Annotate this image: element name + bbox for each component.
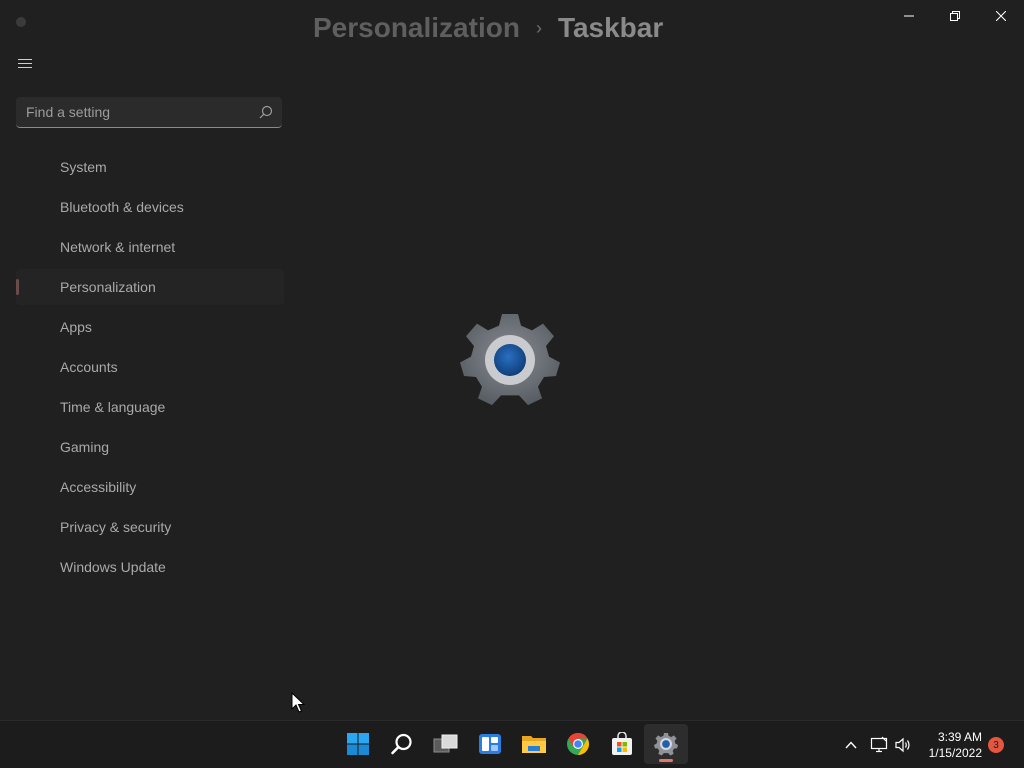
speaker-icon	[895, 737, 910, 753]
sidebar-item-network-internet[interactable]: Network & internet	[16, 229, 284, 265]
close-button[interactable]	[978, 0, 1024, 32]
settings-window: System Bluetooth & devices Network & int…	[0, 0, 1024, 720]
search-button[interactable]	[380, 724, 424, 764]
chrome-icon	[567, 733, 589, 755]
volume-button[interactable]	[891, 733, 915, 757]
settings-gear-icon	[654, 732, 678, 756]
show-hidden-icons-button[interactable]	[839, 733, 863, 757]
sidebar-item-label: Network & internet	[60, 239, 176, 255]
sidebar-item-label: Apps	[60, 319, 92, 335]
sidebar-item-label: Bluetooth & devices	[60, 199, 184, 215]
sidebar-item-privacy-security[interactable]: Privacy & security	[16, 509, 284, 545]
taskbar-apps	[336, 724, 688, 764]
sidebar-item-windows-update[interactable]: Windows Update	[16, 549, 284, 585]
sidebar-item-accessibility[interactable]: Accessibility	[16, 469, 284, 505]
breadcrumb-parent[interactable]: Personalization	[313, 12, 520, 44]
settings-search-box[interactable]	[16, 97, 282, 128]
chrome-button[interactable]	[556, 724, 600, 764]
search-input[interactable]	[16, 97, 282, 127]
sidebar-item-label: Personalization	[60, 279, 156, 295]
clock-time: 3:39 AM	[937, 730, 982, 744]
sidebar-item-label: Accounts	[60, 359, 118, 375]
mouse-cursor-icon	[291, 692, 305, 713]
system-tray: 3:39 AM 1/15/2022 3	[839, 721, 1024, 768]
store-button[interactable]	[600, 724, 644, 764]
search-icon	[391, 733, 412, 755]
breadcrumb-separator: ›	[535, 17, 542, 38]
clock-button[interactable]: 3:39 AM 1/15/2022	[929, 729, 982, 761]
app-icon	[16, 17, 26, 27]
store-icon	[612, 732, 632, 755]
restore-button[interactable]	[932, 0, 978, 32]
search-icon[interactable]	[259, 105, 273, 119]
sidebar-item-label: Windows Update	[60, 559, 166, 575]
sidebar-item-personalization[interactable]: Personalization	[16, 269, 284, 305]
taskbar: 3:39 AM 1/15/2022 3	[0, 720, 1024, 768]
task-view-button[interactable]	[424, 724, 468, 764]
sidebar-item-accounts[interactable]: Accounts	[16, 349, 284, 385]
notification-badge[interactable]: 3	[988, 737, 1004, 753]
sidebar-item-time-language[interactable]: Time & language	[16, 389, 284, 425]
file-explorer-button[interactable]	[512, 724, 556, 764]
sidebar-item-apps[interactable]: Apps	[16, 309, 284, 345]
sidebar-item-label: Privacy & security	[60, 519, 172, 535]
task-view-icon	[433, 734, 458, 753]
minimize-button[interactable]	[886, 0, 932, 32]
windows-logo-icon	[347, 733, 369, 755]
sidebar-item-label: Time & language	[60, 399, 166, 415]
restore-icon	[950, 11, 960, 21]
sidebar-item-system[interactable]: System	[16, 149, 284, 185]
breadcrumb: Personalization › Taskbar	[313, 12, 663, 44]
settings-button[interactable]	[644, 724, 688, 764]
hamburger-icon-line	[18, 67, 32, 68]
window-controls	[886, 0, 1024, 32]
widgets-button[interactable]	[468, 724, 512, 764]
network-button[interactable]	[867, 733, 891, 757]
sidebar-item-label: System	[60, 159, 107, 175]
chevron-up-icon	[845, 741, 857, 749]
sidebar-item-bluetooth-devices[interactable]: Bluetooth & devices	[16, 189, 284, 225]
sidebar-item-label: Gaming	[60, 439, 110, 455]
settings-gear-icon	[460, 313, 560, 406]
minimize-icon	[904, 15, 914, 17]
clock-date: 1/15/2022	[928, 746, 982, 760]
sidebar-item-label: Accessibility	[60, 479, 137, 495]
page-title: Taskbar	[557, 12, 664, 43]
network-icon	[870, 736, 887, 753]
close-icon	[996, 11, 1006, 21]
folder-icon	[522, 736, 546, 753]
navigation-menu-button[interactable]	[18, 56, 38, 72]
widgets-icon	[479, 734, 501, 754]
hamburger-icon	[18, 59, 32, 60]
hamburger-icon-line	[18, 63, 32, 64]
sidebar-item-gaming[interactable]: Gaming	[16, 429, 284, 465]
sidebar-nav: System Bluetooth & devices Network & int…	[16, 149, 284, 589]
start-button[interactable]	[336, 724, 380, 764]
